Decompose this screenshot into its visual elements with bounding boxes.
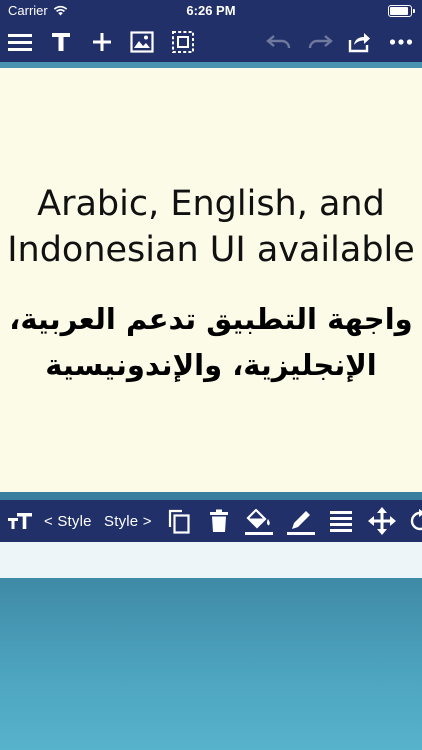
align-button[interactable] [327, 506, 355, 536]
menu-button[interactable] [6, 28, 34, 56]
rotate-button[interactable] [406, 506, 422, 536]
pen-color-swatch [287, 532, 315, 535]
text-size-button[interactable] [6, 506, 34, 536]
select-all-icon [172, 31, 194, 53]
more-button[interactable] [387, 28, 415, 56]
fill-color-button[interactable] [243, 506, 275, 536]
menu-icon [8, 34, 32, 51]
battery-icon [388, 5, 415, 17]
arabic-text-layer[interactable]: واجهة التطبيق تدعم العربية، الإنجليزية، … [0, 296, 422, 388]
select-all-button[interactable] [169, 28, 197, 56]
add-icon [93, 33, 111, 51]
delete-button[interactable] [205, 506, 233, 536]
top-toolbar [0, 22, 422, 62]
battery-fill [390, 7, 408, 15]
next-style-label: Style > [104, 512, 152, 530]
copy-button[interactable] [165, 506, 193, 536]
fill-color-icon [246, 509, 270, 529]
english-text-layer[interactable]: Arabic, English, and Indonesian UI avail… [0, 181, 422, 273]
status-time: 6:26 PM [186, 3, 236, 18]
toolbar-shadow-band [0, 542, 422, 578]
previous-style-label: < Style [44, 512, 92, 530]
add-image-button[interactable] [128, 28, 156, 56]
undo-icon [266, 35, 291, 49]
delete-icon [210, 509, 228, 532]
rotate-icon [410, 509, 422, 531]
fill-color-swatch [245, 532, 273, 535]
undo-button[interactable] [265, 28, 293, 56]
text-size-icon [8, 513, 32, 529]
add-text-button[interactable] [47, 28, 75, 56]
add-button[interactable] [88, 28, 116, 56]
move-icon [368, 507, 396, 535]
image-icon [130, 31, 154, 53]
bottom-accent-stripe [0, 492, 422, 500]
move-button[interactable] [367, 506, 397, 536]
redo-button[interactable] [306, 28, 334, 56]
share-button[interactable] [346, 28, 374, 56]
more-icon [389, 39, 413, 45]
text-icon [52, 33, 70, 51]
next-style-button[interactable]: Style > [104, 506, 152, 536]
background-gradient [0, 578, 422, 750]
share-icon [348, 33, 370, 53]
status-bar: Carrier 6:26 PM [0, 0, 422, 22]
redo-icon [308, 35, 333, 49]
style-toolbar: < Style Style > [0, 500, 422, 542]
pen-color-button[interactable] [285, 506, 317, 536]
pen-color-icon [292, 511, 310, 529]
previous-style-button[interactable]: < Style [44, 506, 92, 536]
design-canvas[interactable]: Arabic, English, and Indonesian UI avail… [0, 68, 422, 492]
align-icon [330, 511, 352, 532]
copy-icon [168, 509, 190, 534]
